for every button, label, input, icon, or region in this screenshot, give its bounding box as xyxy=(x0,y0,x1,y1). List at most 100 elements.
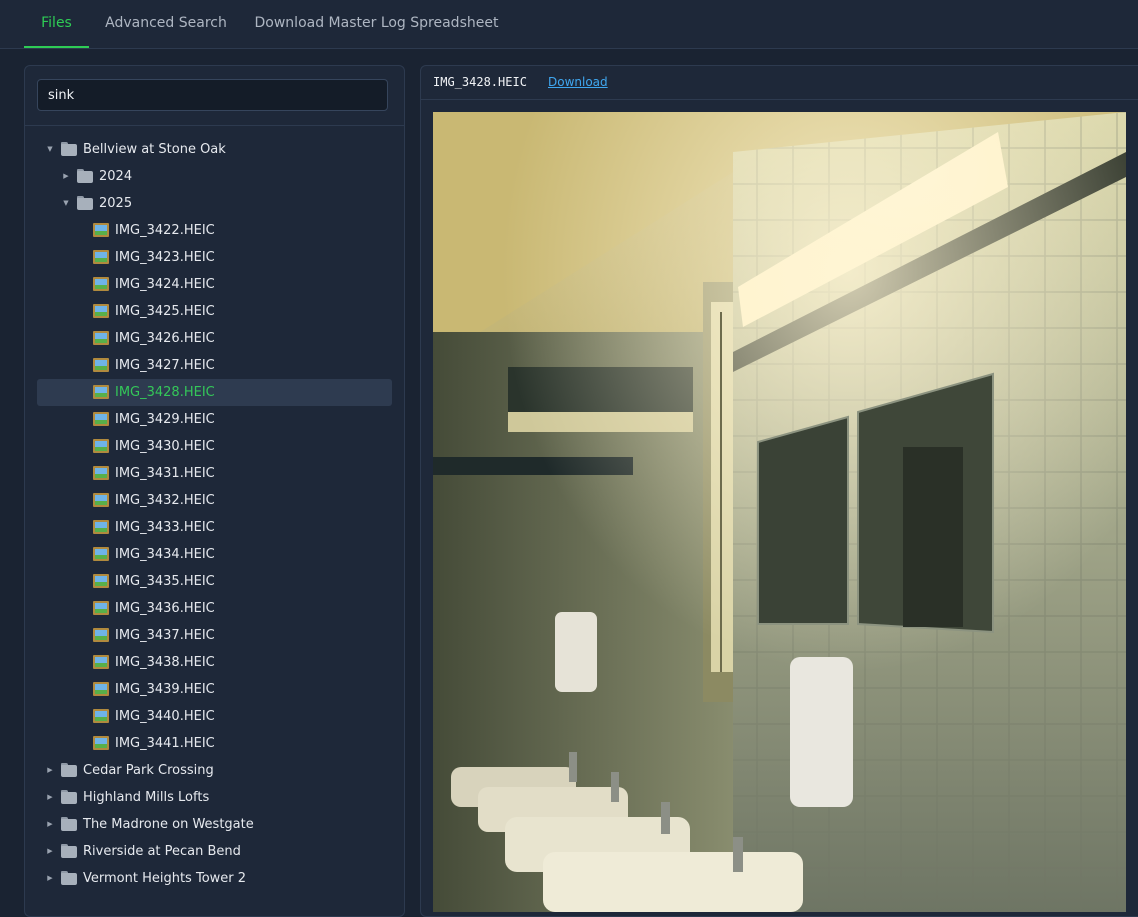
tree-item-label: IMG_3431.HEIC xyxy=(115,466,215,481)
image-file-icon xyxy=(93,277,109,291)
caret-right-icon[interactable]: ▶ xyxy=(45,811,55,838)
tree-item-label: IMG_3437.HEIC xyxy=(115,628,215,643)
caret-right-icon[interactable]: ▶ xyxy=(45,757,55,784)
image-file-icon xyxy=(93,682,109,696)
image-file-icon xyxy=(93,493,109,507)
image-file-icon xyxy=(93,304,109,318)
image-file-icon xyxy=(93,466,109,480)
tree-item-label: IMG_3430.HEIC xyxy=(115,439,215,454)
folder-icon xyxy=(61,844,77,858)
tree-file-item[interactable]: IMG_3426.HEIC xyxy=(25,325,404,352)
folder-icon xyxy=(77,196,93,210)
tree-folder-item[interactable]: ▶ Cedar Park Crossing xyxy=(25,757,404,784)
caret-right-icon[interactable]: ▶ xyxy=(45,865,55,892)
tree-file-item[interactable]: IMG_3423.HEIC xyxy=(25,244,404,271)
caret-right-icon[interactable]: ▶ xyxy=(45,784,55,811)
tree-item-label: Highland Mills Lofts xyxy=(83,790,210,805)
image-file-icon xyxy=(93,574,109,588)
tree-item-label: IMG_3422.HEIC xyxy=(115,223,215,238)
tree-file-item[interactable]: IMG_3425.HEIC xyxy=(25,298,404,325)
tree-item-label: IMG_3435.HEIC xyxy=(115,574,215,589)
image-file-icon xyxy=(93,385,109,399)
tree-item-label: IMG_3438.HEIC xyxy=(115,655,215,670)
tree-file-item[interactable]: IMG_3431.HEIC xyxy=(25,460,404,487)
file-browser-panel: ▼ Bellview at Stone Oak ▶ 2024 ▼ 2025 IMG_3422… xyxy=(24,65,405,917)
tree-file-item[interactable]: IMG_3439.HEIC xyxy=(25,676,404,703)
tree-item-label: IMG_3425.HEIC xyxy=(115,304,215,319)
image-viewer-panel: IMG_3428.HEIC Download xyxy=(420,65,1138,917)
file-tree: ▼ Bellview at Stone Oak ▶ 2024 ▼ 2025 IMG_3422… xyxy=(25,136,404,892)
image-file-icon xyxy=(93,412,109,426)
image-file-icon xyxy=(93,655,109,669)
tree-file-item[interactable]: IMG_3441.HEIC xyxy=(25,730,404,757)
tree-file-item[interactable]: IMG_3434.HEIC xyxy=(25,541,404,568)
image-file-icon xyxy=(93,601,109,615)
caret-right-icon[interactable]: ▶ xyxy=(61,163,71,190)
folder-icon xyxy=(61,817,77,831)
folder-icon xyxy=(61,790,77,804)
image-file-icon xyxy=(93,358,109,372)
tree-file-item[interactable]: IMG_3430.HEIC xyxy=(25,433,404,460)
tab-advanced-search[interactable]: Advanced Search xyxy=(102,0,230,48)
tree-item-label: IMG_3436.HEIC xyxy=(115,601,215,616)
image-file-icon xyxy=(93,439,109,453)
image-file-icon xyxy=(93,223,109,237)
tree-file-item[interactable]: IMG_3432.HEIC xyxy=(25,487,404,514)
tree-file-item[interactable]: IMG_3427.HEIC xyxy=(25,352,404,379)
tree-file-item[interactable]: IMG_3437.HEIC xyxy=(25,622,404,649)
tree-item-label: IMG_3423.HEIC xyxy=(115,250,215,265)
tree-file-item[interactable]: IMG_3436.HEIC xyxy=(25,595,404,622)
tree-folder-item[interactable]: ▶ The Madrone on Westgate xyxy=(25,811,404,838)
tree-item-label: Bellview at Stone Oak xyxy=(83,142,226,157)
tree-item-label: 2024 xyxy=(99,169,133,184)
tree-item-label: IMG_3428.HEIC xyxy=(115,385,215,400)
photo-preview xyxy=(433,112,1126,912)
tree-folder-root[interactable]: ▼ Bellview at Stone Oak xyxy=(25,136,404,163)
tree-file-item[interactable]: IMG_3435.HEIC xyxy=(25,568,404,595)
image-file-icon xyxy=(93,250,109,264)
tree-item-label: IMG_3429.HEIC xyxy=(115,412,215,427)
caret-down-icon[interactable]: ▼ xyxy=(61,190,71,217)
tree-file-item[interactable]: IMG_3424.HEIC xyxy=(25,271,404,298)
tree-file-item[interactable]: IMG_3422.HEIC xyxy=(25,217,404,244)
tree-item-label: 2025 xyxy=(99,196,133,211)
image-file-icon xyxy=(93,628,109,642)
caret-down-icon[interactable]: ▼ xyxy=(45,136,55,163)
tree-item-label: IMG_3439.HEIC xyxy=(115,682,215,697)
tree-folder-year[interactable]: ▶ 2024 xyxy=(25,163,404,190)
top-nav: Files Advanced Search Download Master Lo… xyxy=(0,0,1138,49)
image-file-icon xyxy=(93,520,109,534)
tree-item-label: The Madrone on Westgate xyxy=(83,817,254,832)
tree-item-label: IMG_3426.HEIC xyxy=(115,331,215,346)
search-bar xyxy=(25,66,404,126)
folder-icon xyxy=(77,169,93,183)
viewer-filename: IMG_3428.HEIC xyxy=(433,75,527,89)
image-file-icon xyxy=(93,547,109,561)
tree-folder-item[interactable]: ▶ Riverside at Pecan Bend xyxy=(25,838,404,865)
tree-item-label: IMG_3434.HEIC xyxy=(115,547,215,562)
tree-folder-item[interactable]: ▶ Vermont Heights Tower 2 xyxy=(25,865,404,892)
tree-file-item[interactable]: IMG_3440.HEIC xyxy=(25,703,404,730)
tree-item-label: IMG_3440.HEIC xyxy=(115,709,215,724)
image-file-icon xyxy=(93,709,109,723)
tree-file-item[interactable]: IMG_3433.HEIC xyxy=(25,514,404,541)
tree-item-label: Riverside at Pecan Bend xyxy=(83,844,241,859)
tree-item-label: IMG_3441.HEIC xyxy=(115,736,215,751)
folder-icon xyxy=(61,142,77,156)
download-link[interactable]: Download xyxy=(548,75,608,89)
caret-right-icon[interactable]: ▶ xyxy=(45,838,55,865)
tree-file-item[interactable]: IMG_3438.HEIC xyxy=(25,649,404,676)
tree-file-item[interactable]: IMG_3428.HEIC xyxy=(37,379,392,406)
tree-file-item[interactable]: IMG_3429.HEIC xyxy=(25,406,404,433)
search-input[interactable] xyxy=(37,79,388,111)
tab-download-master-log[interactable]: Download Master Log Spreadsheet xyxy=(254,0,499,48)
tree-item-label: IMG_3433.HEIC xyxy=(115,520,215,535)
tree-item-label: IMG_3427.HEIC xyxy=(115,358,215,373)
tree-item-label: Cedar Park Crossing xyxy=(83,763,214,778)
folder-icon xyxy=(61,763,77,777)
tree-item-label: IMG_3432.HEIC xyxy=(115,493,215,508)
tab-files[interactable]: Files xyxy=(24,0,89,48)
viewer-header: IMG_3428.HEIC Download xyxy=(421,66,1138,100)
tree-folder-year[interactable]: ▼ 2025 xyxy=(25,190,404,217)
tree-folder-item[interactable]: ▶ Highland Mills Lofts xyxy=(25,784,404,811)
